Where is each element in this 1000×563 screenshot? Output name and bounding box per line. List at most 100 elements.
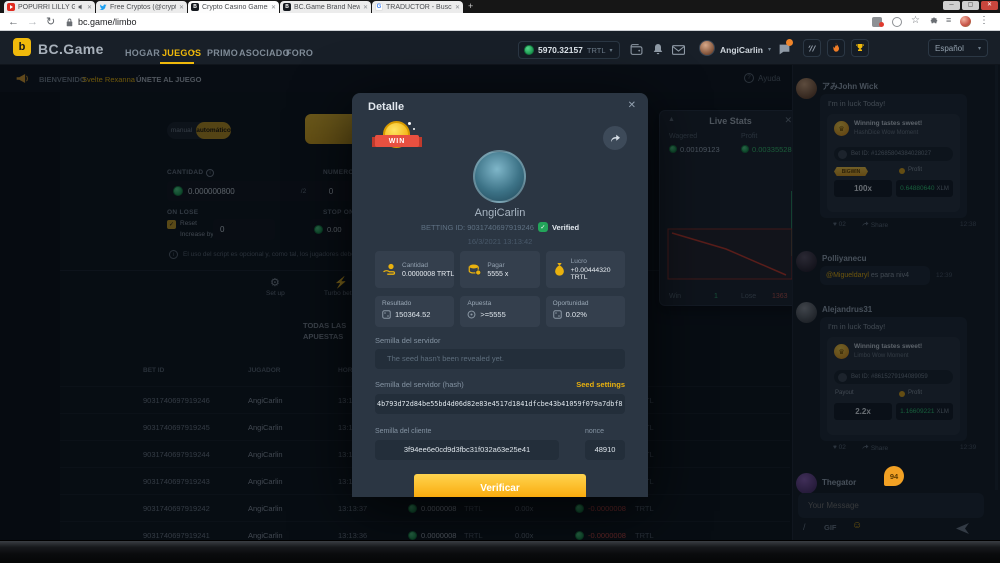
player-name: AngiCarlin [352, 207, 648, 219]
back-icon[interactable]: ← [8, 13, 19, 31]
stat-value: 0.0000008 TRTL [402, 271, 454, 278]
modal-title: Detalle [368, 101, 404, 113]
stat-label: Apuesta [467, 300, 532, 307]
bcgame-logo-icon[interactable]: b [13, 38, 31, 56]
dice-icon [382, 310, 391, 319]
stat-label: Lucro [571, 258, 625, 265]
nonce-input[interactable] [585, 440, 625, 460]
stat-value: 150364.52 [395, 310, 430, 319]
lock-icon [66, 18, 73, 27]
trophy-icon [855, 43, 865, 53]
verified-label: Verified [552, 223, 579, 232]
seed-settings-link[interactable]: Seed settings [576, 380, 625, 389]
rain-button[interactable] [803, 39, 821, 57]
stat-card-apuesta: Apuesta >=5555 [460, 296, 539, 327]
stat-label: Cantidad [402, 262, 454, 269]
stat-value: >=5555 [480, 310, 505, 319]
new-tab-button[interactable]: + [468, 1, 473, 11]
rain-icon [808, 44, 817, 53]
tab-title: BC.Game Brand New Medal Ever [294, 4, 360, 11]
server-seed-field [375, 348, 625, 368]
nav-primo[interactable]: PRIMO [207, 48, 238, 58]
stat-card-lucro: Lucro +0.00444320 TRTL [546, 251, 625, 288]
extensions-puzzle-icon[interactable] [929, 17, 939, 27]
nonce-label: nonce [585, 428, 604, 435]
reading-list-icon[interactable]: ≡ [946, 15, 950, 25]
target-icon [467, 310, 476, 319]
trtl-coin-icon [524, 45, 534, 55]
chevron-down-icon: ▾ [768, 46, 771, 53]
goguardian-icon[interactable] [892, 17, 902, 27]
verified-check-icon: ✓ [538, 222, 548, 232]
bell-icon[interactable] [652, 43, 664, 56]
tab-title: POPURRI LILLY GOODMAN [18, 4, 75, 11]
tab-close-icon[interactable]: ✕ [87, 4, 92, 11]
username-label[interactable]: AngiCarlin [720, 45, 763, 55]
chrome-menu-icon[interactable]: ⋮ [979, 15, 989, 26]
maximize-button[interactable]: ▢ [962, 1, 979, 10]
stat-value: +0.00444320 TRTL [571, 267, 625, 281]
forward-icon[interactable]: → [27, 13, 38, 31]
browser-tab-4[interactable]: B BC.Game Brand New Medal Ever ✕ [280, 1, 371, 13]
stat-label: Oportunidad [553, 300, 618, 307]
screen: POPURRI LILLY GOODMAN ✕ Free Cryptos (@c… [0, 0, 1000, 563]
moneybag-icon [553, 262, 566, 277]
nav-foro[interactable]: FORO [286, 48, 313, 58]
bcgame-favicon: B [283, 3, 291, 11]
share-icon [610, 134, 621, 143]
nav-juegos[interactable]: JUEGOS [162, 48, 201, 58]
unread-count-balloon[interactable]: 94 [884, 466, 904, 486]
browser-tab-2[interactable]: Free Cryptos (@cryptosfaucets) ✕ [96, 1, 187, 13]
tab-close-icon[interactable]: ✕ [363, 4, 368, 11]
window-controls: ─ ▢ ✕ [943, 1, 998, 10]
share-button[interactable] [603, 126, 627, 150]
stat-card-cantidad: Cantidad 0.0000008 TRTL [375, 251, 454, 288]
tab-title: Free Cryptos (@cryptosfaucets) [110, 4, 176, 11]
win-medal: WIN [375, 121, 419, 153]
verify-button-label: Verificar [480, 483, 519, 494]
server-seed-hash-label: Semilla del servidor (hash) [375, 380, 464, 389]
stat-cards-row2: Resultado 150364.52 Apuesta >=5555 Oport… [375, 296, 625, 327]
tab-close-icon[interactable]: ✕ [271, 4, 276, 11]
browser-tab-3-active[interactable]: B Crypto Casino Games - The 16 B ✕ [188, 1, 279, 13]
nav-active-underline [160, 62, 194, 64]
tab-close-icon[interactable]: ✕ [179, 4, 184, 11]
stat-cards-row1: Cantidad 0.0000008 TRTL Pagar 5555 x L [375, 251, 625, 288]
tab-close-icon[interactable]: ✕ [455, 4, 460, 11]
reload-icon[interactable]: ↻ [46, 13, 55, 31]
wallet-icon[interactable] [630, 44, 643, 55]
verify-button[interactable]: Verificar [414, 474, 586, 497]
twitter-icon [99, 3, 107, 11]
user-avatar[interactable] [699, 40, 715, 56]
url-text[interactable]: bc.game/limbo [78, 17, 137, 27]
nav-asociado[interactable]: ASOCIADO [239, 48, 290, 58]
stat-value: 5555 x [487, 271, 508, 278]
close-button[interactable]: ✕ [981, 1, 998, 10]
balance-currency: TRTL [587, 46, 606, 55]
server-seed-hash-input[interactable] [375, 394, 625, 414]
close-icon[interactable]: ✕ [628, 100, 636, 111]
mail-icon[interactable] [672, 45, 685, 55]
client-seed-input[interactable] [375, 440, 559, 460]
chevron-down-icon: ▾ [978, 45, 981, 52]
tab-title: Crypto Casino Games - The 16 B [202, 4, 268, 11]
server-seed-input[interactable] [375, 349, 625, 369]
bookmark-star-icon[interactable]: ☆ [911, 15, 920, 26]
profile-avatar[interactable] [960, 16, 971, 27]
hot-games-button[interactable] [827, 39, 845, 57]
contest-button[interactable] [851, 39, 869, 57]
client-seed-field [375, 439, 559, 459]
bet-detail-modal: Detalle ✕ WIN AngiCarlin BETTING ID: 903… [352, 93, 648, 497]
stat-label: Pagar [487, 262, 508, 269]
minimize-button[interactable]: ─ [943, 1, 960, 10]
browser-tab-5[interactable]: G TRADUCTOR - Buscar con Goog ✕ [372, 1, 463, 13]
browser-tab-strip: POPURRI LILLY GOODMAN ✕ Free Cryptos (@c… [0, 0, 1000, 13]
fire-icon [832, 43, 840, 53]
betting-id-row: BETTING ID: 9031740697919246 ✓ Verified [352, 222, 648, 232]
balance-selector[interactable]: 5970.32157 TRTL ▾ [518, 41, 620, 59]
nav-hogar[interactable]: HOGAR [125, 48, 160, 58]
browser-tab-1[interactable]: POPURRI LILLY GOODMAN ✕ [4, 1, 95, 13]
language-selector[interactable]: Español ▾ [928, 39, 988, 57]
stat-value: 0.02% [566, 310, 587, 319]
bcgame-logo-text[interactable]: BC.Game [38, 41, 104, 57]
